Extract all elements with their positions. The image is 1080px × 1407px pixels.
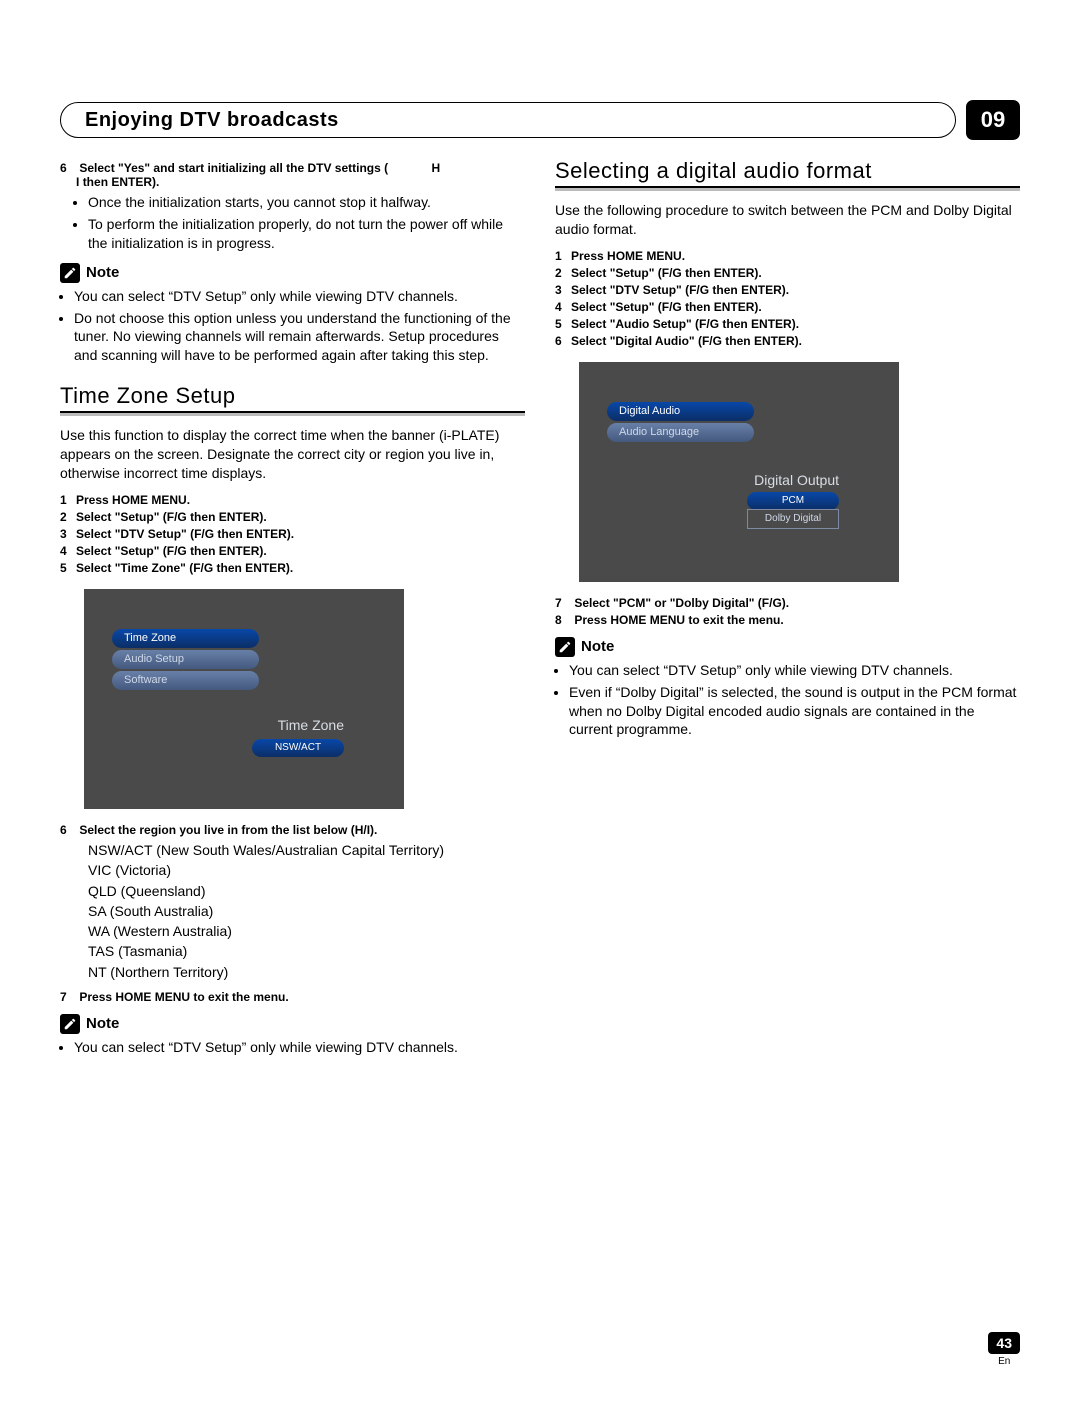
audio-step: 6Select "Digital Audio" (F/G then ENTER)… — [555, 334, 1020, 348]
sub-bullet: To perform the initialization properly, … — [88, 215, 525, 253]
note-list: You can select “DTV Setup” only while vi… — [74, 1038, 525, 1057]
left-column: 6 Select "Yes" and start initializing al… — [60, 158, 525, 1069]
time-zone-intro: Use this function to display the correct… — [60, 426, 525, 483]
audio-step: 3Select "DTV Setup" (F/G then ENTER). — [555, 283, 1020, 297]
time-zone-screenshot: Time Zone Audio Setup Software Time Zone… — [84, 589, 404, 809]
chapter-title-pill: Enjoying DTV broadcasts — [60, 102, 956, 138]
chapter-number: 09 — [981, 107, 1005, 133]
menu-tab-active: Time Zone — [112, 629, 259, 648]
audio-step-8: 8 Press HOME MENU to exit the menu. — [555, 613, 1020, 627]
time-zone-heading: Time Zone Setup — [60, 383, 525, 409]
note-item: Do not choose this option unless you und… — [74, 309, 525, 366]
region-item: TAS (Tasmania) — [88, 941, 525, 961]
audio-step: 5Select "Audio Setup" (F/G then ENTER). — [555, 317, 1020, 331]
page-lang: En — [988, 1356, 1020, 1367]
right-column: Selecting a digital audio format Use the… — [555, 158, 1020, 1069]
panel-label: Digital Output — [754, 472, 839, 488]
panel-label: Time Zone — [278, 717, 344, 733]
chapter-number-badge: 09 — [966, 100, 1020, 140]
tz-step-7: 7 Press HOME MENU to exit the menu. — [60, 990, 525, 1004]
glyph-placeholder: ENTER). — [111, 175, 159, 189]
option-unselected: Dolby Digital — [747, 509, 839, 529]
note-label: Note — [86, 264, 119, 281]
menu-tab-active: Digital Audio — [607, 402, 754, 421]
page-number-badge: 43 — [988, 1332, 1020, 1354]
note-header: Note — [555, 637, 1020, 657]
init-sub-bullets: Once the initialization starts, you cann… — [88, 193, 525, 253]
tz-step: 1Press HOME MENU. — [60, 493, 525, 507]
menu-tab-dim: Software — [112, 671, 259, 690]
tz-step: 5Select "Time Zone" (F/G then ENTER). — [60, 561, 525, 575]
region-item: NT (Northern Territory) — [88, 962, 525, 982]
note-header: Note — [60, 263, 525, 283]
tz-step: 3Select "DTV Setup" (F/G then ENTER). — [60, 527, 525, 541]
init-step-6: 6 Select "Yes" and start initializing al… — [60, 161, 525, 189]
audio-heading: Selecting a digital audio format — [555, 158, 1020, 184]
audio-step-7: 7 Select "PCM" or "Dolby Digital" (F/G). — [555, 596, 1020, 610]
glyph-placeholder: I — [76, 175, 79, 189]
step-tail: then — [83, 175, 108, 189]
tz-step-6: 6 Select the region you live in from the… — [60, 823, 525, 837]
note-item: You can select “DTV Setup” only while vi… — [74, 287, 525, 306]
note-item: Even if “Dolby Digital” is selected, the… — [569, 683, 1020, 740]
region-item: NSW/ACT (New South Wales/Australian Capi… — [88, 840, 525, 860]
note-list: You can select “DTV Setup” only while vi… — [74, 287, 525, 366]
chapter-title: Enjoying DTV broadcasts — [85, 109, 339, 132]
section-rule — [60, 411, 525, 416]
step-number: 6 — [60, 161, 76, 175]
note-header: Note — [60, 1014, 525, 1034]
note-item: You can select “DTV Setup” only while vi… — [569, 661, 1020, 680]
option-selected: PCM — [747, 492, 839, 510]
region-item: QLD (Queensland) — [88, 881, 525, 901]
sub-bullet: Once the initialization starts, you cann… — [88, 193, 525, 212]
audio-step: 1Press HOME MENU. — [555, 249, 1020, 263]
chapter-header: Enjoying DTV broadcasts 09 — [60, 100, 1020, 140]
glyph-placeholder: H — [431, 161, 440, 175]
menu-tab-dim: Audio Language — [607, 423, 754, 442]
region-list: NSW/ACT (New South Wales/Australian Capi… — [88, 840, 525, 982]
note-label: Note — [86, 1015, 119, 1032]
audio-step: 4Select "Setup" (F/G then ENTER). — [555, 300, 1020, 314]
pencil-icon — [555, 637, 575, 657]
region-item: SA (South Australia) — [88, 901, 525, 921]
region-item: WA (Western Australia) — [88, 921, 525, 941]
section-rule — [555, 186, 1020, 191]
menu-tab-dim: Audio Setup — [112, 650, 259, 669]
audio-step: 2Select "Setup" (F/G then ENTER). — [555, 266, 1020, 280]
option-selected: NSW/ACT — [252, 739, 344, 757]
note-item: You can select “DTV Setup” only while vi… — [74, 1038, 525, 1057]
step-text: Select "Yes" and start initializing all … — [79, 161, 388, 175]
tz-step: 2Select "Setup" (F/G then ENTER). — [60, 510, 525, 524]
page-footer: 43 En — [988, 1332, 1020, 1367]
region-item: VIC (Victoria) — [88, 860, 525, 880]
tz-step: 4Select "Setup" (F/G then ENTER). — [60, 544, 525, 558]
pencil-icon — [60, 263, 80, 283]
digital-audio-screenshot: Digital Audio Audio Language Digital Out… — [579, 362, 899, 582]
note-list: You can select “DTV Setup” only while vi… — [569, 661, 1020, 740]
pencil-icon — [60, 1014, 80, 1034]
audio-intro: Use the following procedure to switch be… — [555, 201, 1020, 239]
note-label: Note — [581, 638, 614, 655]
